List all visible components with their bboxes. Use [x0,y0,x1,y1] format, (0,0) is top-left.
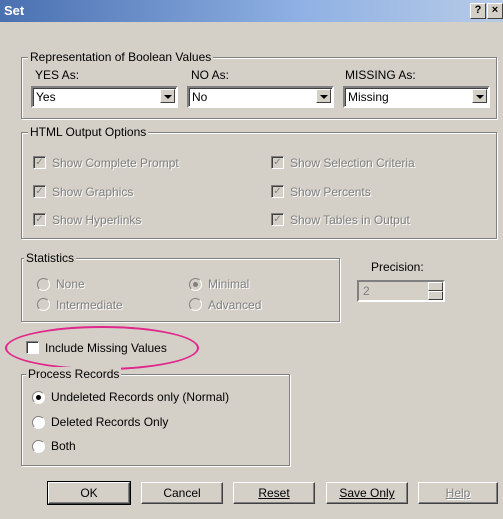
show-hyperlinks-label: Show Hyperlinks [52,213,142,227]
show-hyperlinks-checkbox[interactable]: ✓ [33,213,46,226]
show-selection-criteria-label: Show Selection Criteria [290,156,415,170]
both-label: Both [51,439,76,453]
yes-as-label: YES As: [35,68,80,82]
missing-as-select[interactable]: Missing [343,86,490,108]
stat-intermediate-label: Intermediate [56,298,123,312]
precision-label: Precision: [371,260,424,274]
spin-down-button[interactable] [428,291,443,300]
no-as-value: No [192,90,208,104]
show-tables-checkbox[interactable]: ✓ [271,213,284,226]
precision-spinner[interactable]: 2 [357,280,445,302]
show-graphics-label: Show Graphics [52,185,134,199]
save-only-button[interactable]: Save Only [326,482,408,504]
undeleted-label: Undeleted Records only (Normal) [51,390,230,404]
window-title: Set [4,3,25,18]
precision-value: 2 [363,284,370,298]
yes-as-select[interactable]: Yes [31,86,178,108]
both-radio[interactable] [32,440,45,453]
help-button-label: Help [445,486,471,500]
deleted-radio[interactable] [32,416,45,429]
html-output-legend: HTML Output Options [28,125,149,139]
help-button[interactable]: Help [418,482,498,504]
show-percents-checkbox[interactable]: ✓ [271,185,284,198]
yes-dropdown-button[interactable] [160,89,175,103]
no-dropdown-button[interactable] [316,89,331,103]
stat-intermediate-radio[interactable] [37,298,50,311]
spin-up-button[interactable] [428,282,443,291]
no-as-label: NO As: [191,68,230,82]
close-icon[interactable]: × [487,3,503,19]
stat-minimal-label: Minimal [208,277,250,291]
stat-none-label: None [56,277,85,291]
chevron-down-icon [320,95,328,99]
stat-minimal-radio[interactable] [189,278,202,291]
reset-button-label: Reset [258,486,290,500]
save-only-button-label: Save Only [339,486,395,500]
ok-button[interactable]: OK [47,481,131,505]
show-percents-label: Show Percents [290,185,371,199]
stat-advanced-label: Advanced [208,298,262,312]
missing-as-label: MISSING As: [345,68,416,82]
highlight-ellipse [5,326,199,370]
boolean-values-legend: Representation of Boolean Values [28,50,214,64]
show-selection-criteria-checkbox[interactable]: ✓ [271,156,284,169]
cancel-button[interactable]: Cancel [141,482,223,504]
chevron-down-icon [476,95,484,99]
missing-dropdown-button[interactable] [472,89,487,103]
reset-button[interactable]: Reset [233,482,315,504]
missing-as-value: Missing [348,90,389,104]
show-graphics-checkbox[interactable]: ✓ [33,185,46,198]
yes-as-value: Yes [36,90,56,104]
chevron-down-icon [164,95,172,99]
no-as-select[interactable]: No [187,86,334,108]
show-tables-label: Show Tables in Output [290,213,410,227]
process-records-legend: Process Records [26,367,122,381]
stat-advanced-radio[interactable] [189,298,202,311]
show-complete-prompt-checkbox[interactable]: ✓ [33,156,46,169]
statistics-legend: Statistics [24,251,77,265]
undeleted-radio[interactable] [32,391,45,404]
title-bar: Set ? × [0,0,503,22]
deleted-label: Deleted Records Only [51,415,169,429]
show-complete-prompt-label: Show Complete Prompt [52,156,179,170]
help-icon[interactable]: ? [470,3,486,19]
stat-none-radio[interactable] [37,278,50,291]
